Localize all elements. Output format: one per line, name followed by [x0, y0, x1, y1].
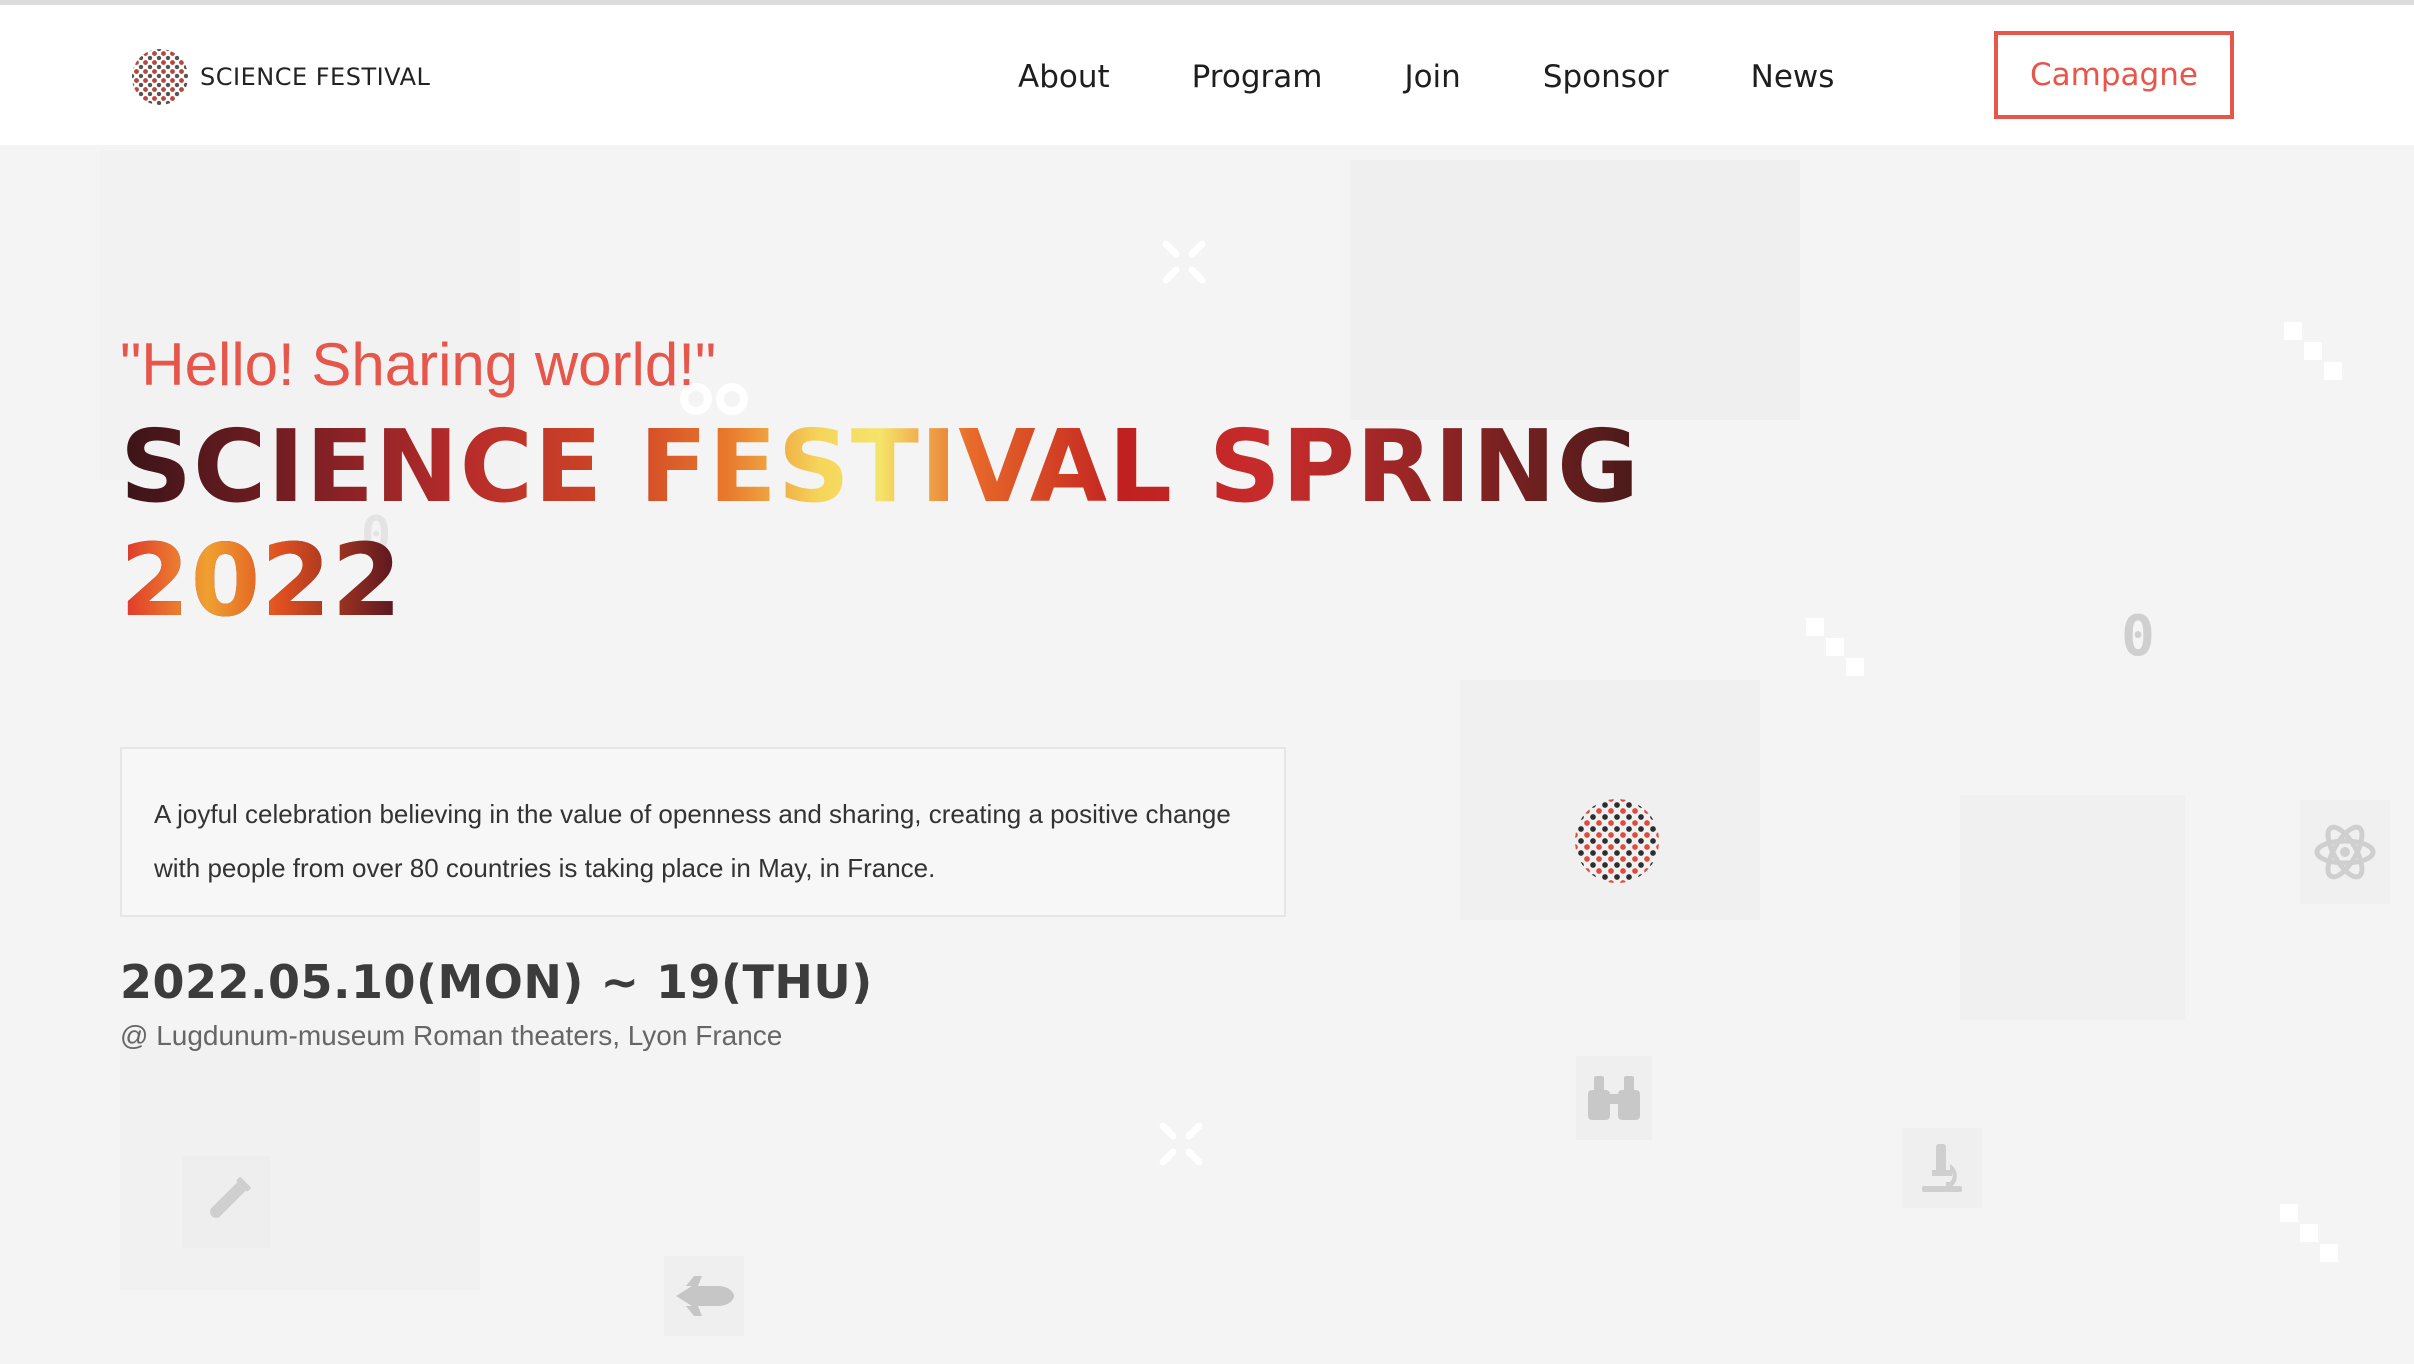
atom-icon	[2300, 800, 2390, 904]
hero-title-year: 2022	[120, 524, 410, 638]
close-x-icon	[1155, 1118, 1207, 1170]
event-date: 2022.05.10(MON) ~ 19(THU)	[120, 955, 873, 1009]
campagne-button[interactable]: Campagne	[1994, 31, 2234, 119]
space-shuttle-icon	[664, 1256, 744, 1336]
nav-about[interactable]: About	[1018, 57, 1110, 97]
hero-title: SCIENCE FESTIVAL SPRING 2022	[120, 410, 1640, 638]
dotted-globe-icon	[1572, 796, 1662, 886]
bg-tile	[1350, 160, 1800, 420]
nav-sponsor[interactable]: Sponsor	[1543, 57, 1669, 97]
site-header: SCIENCE FESTIVAL About Program Join Spon…	[0, 5, 2414, 145]
nav-join[interactable]: Join	[1404, 57, 1460, 97]
logo-text: SCIENCE FESTIVAL	[200, 63, 431, 91]
pixel-steps-icon	[1806, 618, 1866, 678]
hero-tagline: "Hello! Sharing world!"	[120, 331, 717, 398]
bg-tile	[1960, 795, 2185, 1020]
pixel-steps-icon	[2284, 322, 2344, 382]
nav-program[interactable]: Program	[1192, 57, 1323, 97]
zero-icon: 0	[2121, 603, 2155, 669]
main-nav: About Program Join Sponsor News	[1018, 57, 1916, 97]
dotted-globe-logo-icon	[132, 49, 188, 105]
site-logo[interactable]: SCIENCE FESTIVAL	[132, 49, 430, 105]
close-x-icon	[1158, 236, 1210, 288]
hero-title-line1: SCIENCE FESTIVAL SPRING	[120, 408, 1641, 525]
test-tube-icon	[182, 1156, 270, 1248]
pixel-steps-icon	[2280, 1204, 2340, 1264]
microscope-icon	[1902, 1128, 1982, 1208]
binoculars-icon	[1576, 1056, 1652, 1140]
event-location: @ Lugdunum-museum Roman theaters, Lyon F…	[120, 1020, 783, 1051]
bg-tile	[120, 1040, 480, 1290]
hero-description: A joyful celebration believing in the va…	[120, 747, 1286, 917]
nav-news[interactable]: News	[1751, 57, 1835, 97]
